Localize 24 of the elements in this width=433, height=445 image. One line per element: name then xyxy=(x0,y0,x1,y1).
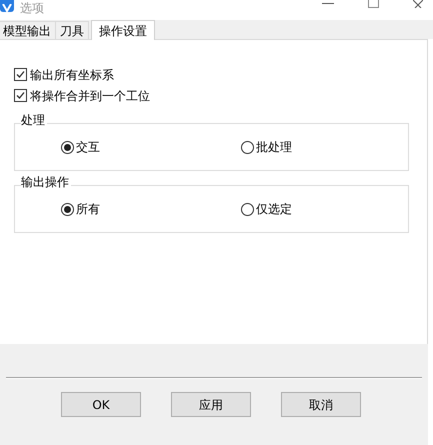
checkbox-label: 输出所有坐标系 xyxy=(30,66,114,84)
tab[interactable]: 刀具 xyxy=(55,21,89,39)
radio-label: 所有 xyxy=(76,201,100,218)
tab[interactable]: 模型输出 xyxy=(0,21,56,39)
checkbox[interactable] xyxy=(14,68,27,81)
dialog-button[interactable]: 取消 xyxy=(281,392,361,417)
group-title: 输出操作 xyxy=(21,175,71,189)
dialog-button[interactable]: 应用 xyxy=(171,392,251,417)
radio-label: 批处理 xyxy=(256,139,292,156)
checkbox-label: 将操作合并到一个工位 xyxy=(30,88,150,104)
minimize-icon[interactable] xyxy=(322,3,334,5)
group-title: 处理 xyxy=(21,113,47,127)
checkbox[interactable] xyxy=(14,89,27,102)
radio-button[interactable] xyxy=(241,202,254,216)
radio-button[interactable] xyxy=(61,140,74,154)
radio-label: 交互 xyxy=(76,139,100,156)
radio-button[interactable] xyxy=(241,140,254,154)
radio-button[interactable] xyxy=(61,202,74,216)
close-icon[interactable] xyxy=(413,0,423,8)
dialog-button[interactable]: OK xyxy=(61,392,141,417)
radio-label: 仅选定 xyxy=(256,201,292,218)
tab[interactable]: 操作设置 xyxy=(91,20,155,40)
window-title: 选项 xyxy=(20,1,44,15)
maximize-icon[interactable] xyxy=(368,0,379,8)
